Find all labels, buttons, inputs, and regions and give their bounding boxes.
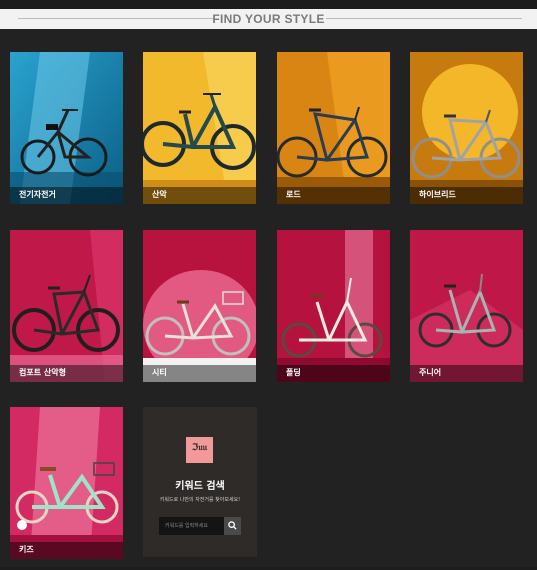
- keyword-search-input[interactable]: [159, 517, 224, 535]
- category-label: 컴포트 산악형: [19, 368, 66, 377]
- search-icon: [228, 521, 237, 530]
- keyword-logo-icon: ℑ𝔲𝔲: [186, 437, 213, 463]
- category-label: 키즈: [19, 545, 34, 554]
- category-tile-road[interactable]: 로드: [277, 52, 390, 204]
- category-tile-ebike[interactable]: 전기자전거: [10, 52, 123, 204]
- section-title: FIND YOUR STYLE: [212, 12, 325, 26]
- category-label: 폴딩: [286, 368, 301, 377]
- keyword-search-panel: ℑ𝔲𝔲 키워드 검색 키워드로 나만의 자전거를 찾아보세요!: [143, 407, 257, 557]
- keyword-logo-text: ℑ𝔲𝔲: [191, 443, 208, 453]
- category-tile-folding[interactable]: 폴딩: [277, 230, 390, 382]
- category-tile-mountain[interactable]: 산악: [143, 52, 256, 204]
- category-tile-comfort-mtb[interactable]: 컴포트 산악형: [10, 230, 123, 382]
- category-label: 시티: [152, 368, 167, 377]
- category-tile-city[interactable]: 시티: [143, 230, 256, 382]
- city-bike-image: [143, 230, 256, 382]
- keyword-search-description: 키워드로 나만의 자전거를 찾아보세요!: [159, 497, 241, 503]
- category-label: 산악: [152, 190, 167, 199]
- mountain-bike-image: [143, 52, 256, 204]
- kids-bike-image: [10, 407, 123, 559]
- folding-ebike-image: [10, 52, 123, 204]
- category-tile-junior[interactable]: 주니어: [410, 230, 523, 382]
- category-tile-kids[interactable]: 키즈: [10, 407, 123, 559]
- hybrid-bike-image: [410, 52, 523, 204]
- folding-bike-image: [277, 230, 390, 382]
- keyword-search-title: 키워드 검색: [175, 481, 225, 492]
- road-bike-image: [277, 52, 390, 204]
- category-label: 주니어: [419, 368, 442, 377]
- category-tile-hybrid[interactable]: 하이브리드: [410, 52, 523, 204]
- junior-bike-image: [410, 230, 523, 382]
- comfort-mtb-image: [10, 230, 123, 382]
- section-header: FIND YOUR STYLE: [0, 9, 537, 29]
- search-button[interactable]: [224, 517, 241, 535]
- category-label: 전기자전거: [19, 190, 56, 199]
- category-label: 로드: [286, 190, 301, 199]
- top-strip: [0, 0, 537, 9]
- header-divider-right: [326, 18, 522, 19]
- category-label: 하이브리드: [419, 190, 456, 199]
